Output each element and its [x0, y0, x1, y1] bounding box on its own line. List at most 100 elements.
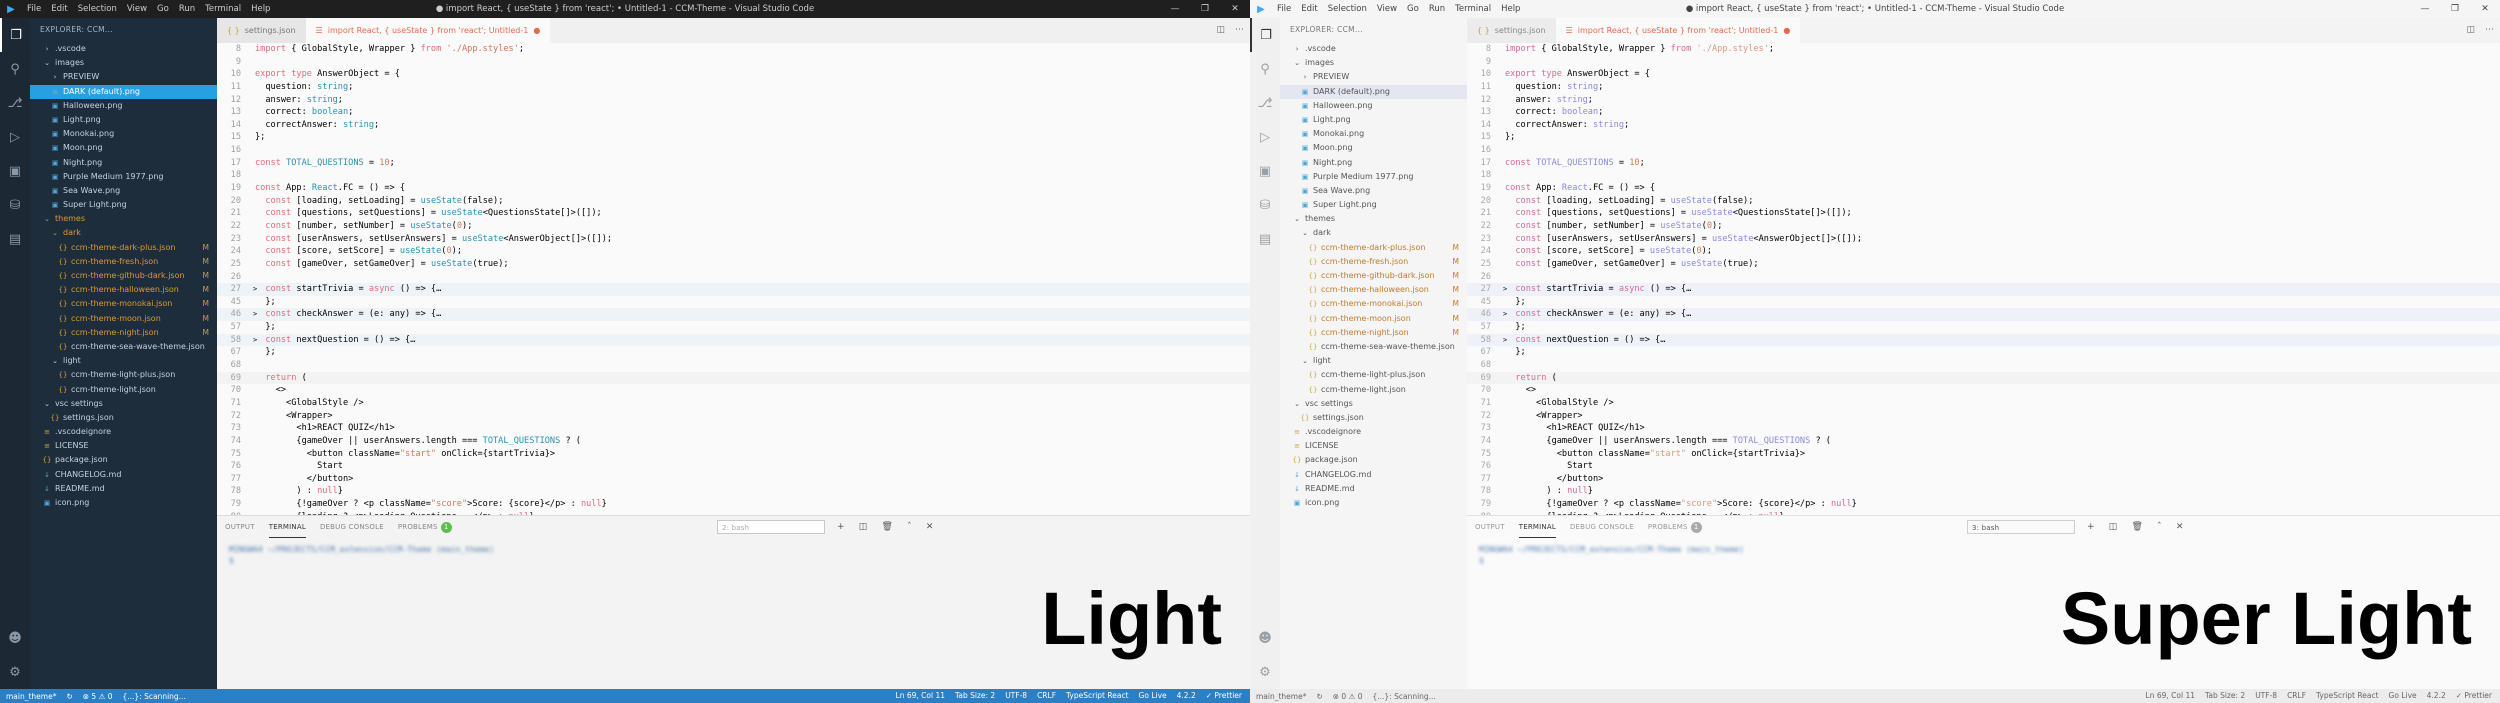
- code-line[interactable]: 19 const App: React.FC = () => {: [217, 182, 1250, 195]
- code-line[interactable]: 26: [1467, 271, 2500, 284]
- menu-view[interactable]: View: [1372, 0, 1402, 18]
- tree-item[interactable]: ↓ CHANGELOG.md: [1280, 468, 1467, 482]
- code-line[interactable]: 14 correctAnswer: string;: [1467, 119, 2500, 132]
- tree-item[interactable]: ▣ Sea Wave.png: [30, 184, 217, 198]
- menu-go[interactable]: Go: [152, 0, 174, 18]
- minimize-icon[interactable]: —: [1160, 0, 1190, 18]
- code-line[interactable]: 79 {!gameOver ? <p className="score">Sco…: [1467, 498, 2500, 511]
- code-line[interactable]: 8 import { GlobalStyle, Wrapper } from '.…: [1467, 43, 2500, 56]
- tree-item[interactable]: ⌄ light: [1280, 354, 1467, 368]
- source-control-icon[interactable]: ⎇: [0, 86, 30, 120]
- tree-item[interactable]: ▣ Monokai.png: [1280, 127, 1467, 141]
- code-line[interactable]: 13 correct: boolean;: [217, 106, 1250, 119]
- tree-item[interactable]: {} ccm-theme-light.json: [30, 383, 217, 397]
- fold-chevron-icon[interactable]: >: [1503, 283, 1507, 296]
- tree-item[interactable]: ⌄ light: [30, 354, 217, 368]
- tree-item[interactable]: {} ccm-theme-moon.json M: [1280, 312, 1467, 326]
- eol[interactable]: CRLF: [1037, 689, 1056, 703]
- sync-icon[interactable]: ↻: [66, 692, 72, 701]
- code-line[interactable]: 74 {gameOver || userAnswers.length === T…: [1467, 435, 2500, 448]
- extensions-icon[interactable]: ▣: [1250, 154, 1280, 188]
- code-line[interactable]: 18: [1467, 169, 2500, 182]
- tree-item[interactable]: ▣ Halloween.png: [30, 99, 217, 113]
- panel-tab-problems[interactable]: PROBLEMS 1: [1648, 516, 1702, 538]
- code-line[interactable]: 24 const [score, setScore] = useState(0)…: [217, 245, 1250, 258]
- close-panel-icon[interactable]: ✕: [926, 516, 934, 538]
- tree-item[interactable]: {} ccm-theme-halloween.json M: [30, 283, 217, 297]
- code-line[interactable]: 9: [1467, 56, 2500, 69]
- fold-chevron-icon[interactable]: >: [253, 334, 257, 347]
- panel-tab-problems[interactable]: PROBLEMS 1: [398, 516, 452, 538]
- code-line[interactable]: 16: [217, 144, 1250, 157]
- tab-untitled-1[interactable]: ☰ import React, { useState } from 'react…: [1555, 18, 1801, 43]
- code-line[interactable]: 74 {gameOver || userAnswers.length === T…: [217, 435, 1250, 448]
- tree-item[interactable]: ⌄ images: [1280, 56, 1467, 70]
- code-line[interactable]: 70 <>: [1467, 384, 2500, 397]
- fold-chevron-icon[interactable]: >: [1503, 308, 1507, 321]
- code-line[interactable]: 73 <h1>REACT QUIZ</h1>: [1467, 422, 2500, 435]
- new-terminal-icon[interactable]: +: [837, 516, 845, 538]
- tree-item[interactable]: ⌄ vsc settings: [30, 397, 217, 411]
- terminal-output[interactable]: MINGW64 ~/PROJECTS/CCM_extension/CCM-The…: [1467, 538, 2500, 572]
- prettier-status[interactable]: ✓ Prettier: [2456, 689, 2492, 703]
- code-line[interactable]: 71 <GlobalStyle />: [217, 397, 1250, 410]
- tree-item[interactable]: {} ccm-theme-fresh.json M: [30, 255, 217, 269]
- tree-item[interactable]: › .vscode: [1280, 42, 1467, 56]
- code-line[interactable]: 24 const [score, setScore] = useState(0)…: [1467, 245, 2500, 258]
- tree-item[interactable]: {} ccm-theme-night.json M: [1280, 326, 1467, 340]
- tree-item[interactable]: ▣ Moon.png: [30, 141, 217, 155]
- tree-item[interactable]: {} settings.json: [30, 411, 217, 425]
- chevron-up-icon[interactable]: ˆ: [907, 516, 912, 538]
- code-line[interactable]: 17 const TOTAL_QUESTIONS = 10;: [1467, 157, 2500, 170]
- ts-version[interactable]: 4.2.2: [1177, 689, 1196, 703]
- remote-icon[interactable]: ▤: [1250, 222, 1280, 256]
- code-line[interactable]: 58 > const nextQuestion = () => {…: [217, 333, 1250, 347]
- code-line[interactable]: 46 > const checkAnswer = (e: any) => {…: [217, 308, 1250, 322]
- tree-item[interactable]: {} ccm-theme-sea-wave-theme.json: [30, 340, 217, 354]
- fold-chevron-icon[interactable]: >: [1503, 334, 1507, 347]
- code-line[interactable]: 71 <GlobalStyle />: [1467, 397, 2500, 410]
- tree-item[interactable]: ▣ icon.png: [30, 496, 217, 510]
- code-line[interactable]: 23 const [userAnswers, setUserAnswers] =…: [1467, 233, 2500, 246]
- code-line[interactable]: 77 </button>: [217, 473, 1250, 486]
- go-live[interactable]: Go Live: [2389, 689, 2417, 703]
- tab-untitled-1[interactable]: ☰ import React, { useState } from 'react…: [305, 18, 551, 43]
- more-actions-icon[interactable]: ⋯: [2485, 18, 2494, 43]
- tree-item[interactable]: ↓ CHANGELOG.md: [30, 468, 217, 482]
- tree-item[interactable]: {} ccm-theme-night.json M: [30, 326, 217, 340]
- code-line[interactable]: 23 const [userAnswers, setUserAnswers] =…: [217, 233, 1250, 246]
- terminal-output[interactable]: MINGW64 ~/PROJECTS/CCM_extension/CCM-The…: [217, 538, 1250, 572]
- tree-item[interactable]: ▣ DARK (default).png: [30, 84, 217, 99]
- tree-item[interactable]: {} ccm-theme-light-plus.json: [30, 368, 217, 382]
- database-icon[interactable]: ⛁: [0, 188, 30, 222]
- account-icon[interactable]: ☻: [0, 621, 30, 655]
- menu-edit[interactable]: Edit: [1296, 0, 1322, 18]
- run-icon[interactable]: ▷: [0, 120, 30, 154]
- code-line[interactable]: 14 correctAnswer: string;: [217, 119, 1250, 132]
- tree-item[interactable]: ▣ Light.png: [1280, 113, 1467, 127]
- tab-size[interactable]: Tab Size: 2: [2205, 689, 2245, 703]
- code-line[interactable]: 12 answer: string;: [217, 94, 1250, 107]
- code-line[interactable]: 15};: [217, 131, 1250, 144]
- account-icon[interactable]: ☻: [1250, 621, 1280, 655]
- close-icon[interactable]: ✕: [2470, 0, 2500, 18]
- code-line[interactable]: 78 ) : null}: [1467, 485, 2500, 498]
- menu-terminal[interactable]: Terminal: [200, 0, 246, 18]
- code-line[interactable]: 57 };: [1467, 321, 2500, 334]
- run-icon[interactable]: ▷: [1250, 120, 1280, 154]
- code-line[interactable]: 20 const [loading, setLoading] = useStat…: [1467, 195, 2500, 208]
- code-line[interactable]: 69 return (: [217, 371, 1250, 385]
- source-control-icon[interactable]: ⎇: [1250, 86, 1280, 120]
- code-line[interactable]: 67 };: [217, 346, 1250, 359]
- code-line[interactable]: 79 {!gameOver ? <p className="score">Sco…: [217, 498, 1250, 511]
- code-line[interactable]: 11 question: string;: [217, 81, 1250, 94]
- code-editor[interactable]: 8 import { GlobalStyle, Wrapper } from '.…: [217, 43, 1250, 515]
- tree-item[interactable]: ▣ Moon.png: [1280, 141, 1467, 155]
- restore-icon[interactable]: ❐: [2440, 0, 2470, 18]
- code-line[interactable]: 13 correct: boolean;: [1467, 106, 2500, 119]
- split-editor-icon[interactable]: ◫: [1216, 18, 1225, 43]
- tab-size[interactable]: Tab Size: 2: [955, 689, 995, 703]
- code-line[interactable]: 70 <>: [217, 384, 1250, 397]
- close-icon[interactable]: ✕: [1220, 0, 1250, 18]
- tree-item[interactable]: {} ccm-theme-light.json: [1280, 383, 1467, 397]
